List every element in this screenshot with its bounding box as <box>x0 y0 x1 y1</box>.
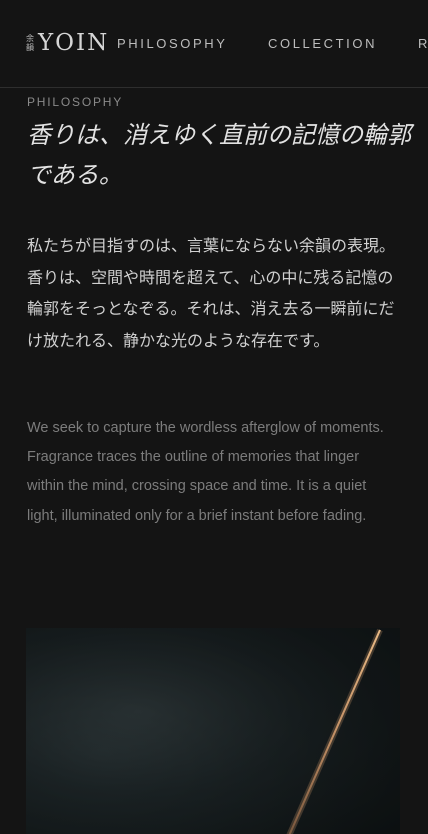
section-label: PHILOSOPHY <box>27 95 124 109</box>
logo-kanji: 余 韻 <box>26 34 34 52</box>
nav-philosophy[interactable]: PHILOSOPHY <box>117 36 228 51</box>
nav-collection[interactable]: COLLECTION <box>268 36 377 51</box>
logo[interactable]: 余 韻 YOIN <box>26 30 109 56</box>
hero-photo-light-streak <box>26 628 400 834</box>
page: 余 韻 YOIN PHILOSOPHY COLLECTION R PHILOSO… <box>0 0 428 834</box>
body-japanese: 私たちが目指すのは、言葉にならない余韻の表現。香りは、空間や時間を超えて、心の中… <box>27 236 396 350</box>
headline: 香りは、消えゆく直前の記憶の輪郭である。 <box>27 121 411 189</box>
site-header: 余 韻 YOIN PHILOSOPHY COLLECTION R <box>0 0 428 88</box>
logo-wordmark: YOIN <box>38 30 110 56</box>
logo-kanji-bottom: 韻 <box>26 43 34 52</box>
body-english: We seek to capture the wordless afterglo… <box>27 420 384 524</box>
logo-kanji-top: 余 <box>26 34 34 43</box>
light-streak-graphic <box>26 628 400 834</box>
nav-item-truncated[interactable]: R <box>418 36 428 51</box>
